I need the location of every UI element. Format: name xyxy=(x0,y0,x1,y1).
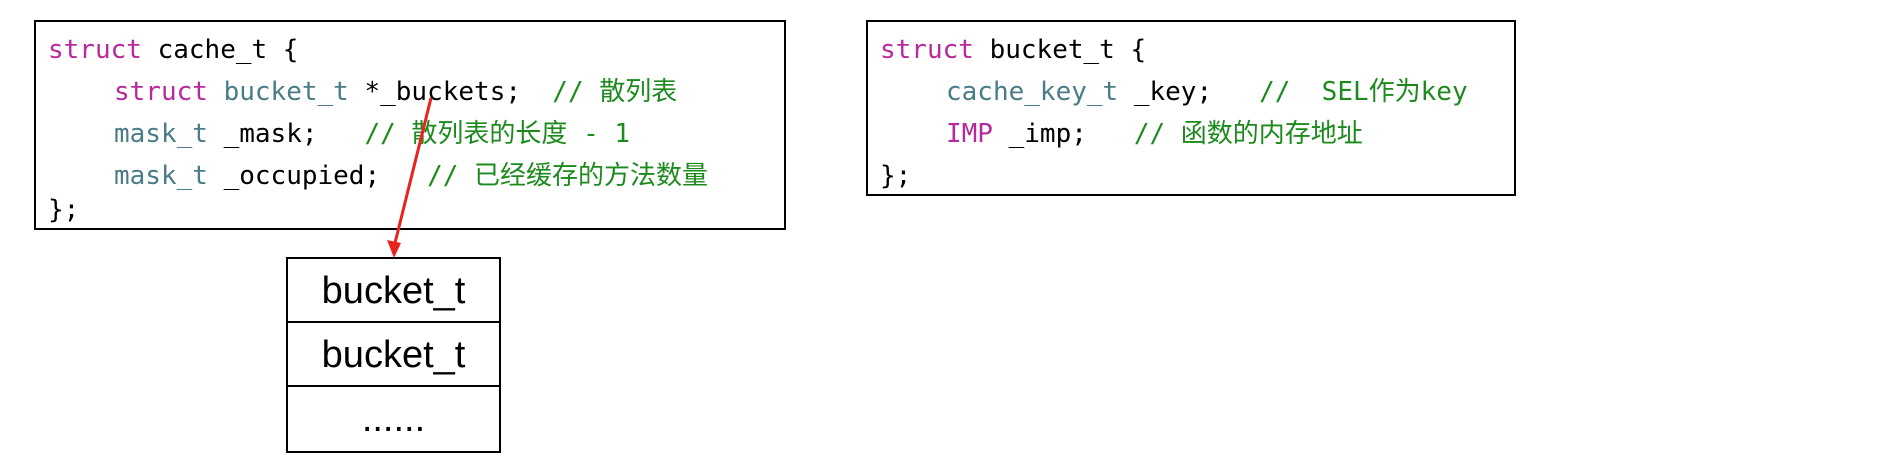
field-name: _imp; xyxy=(992,119,1087,149)
bucket-t-struct-box: struct bucket_t { cache_key_t _key; // S… xyxy=(866,20,1516,196)
struct-name: cache_t { xyxy=(141,35,299,65)
bucket-array: bucket_t bucket_t ...... xyxy=(286,257,501,453)
comment: // SEL作为key xyxy=(1212,77,1468,107)
pointer-arrow-head xyxy=(387,240,401,258)
bucket-t-line-key: cache_key_t _key; // SEL作为key xyxy=(880,72,1468,112)
comment: // 已经缓存的方法数量 xyxy=(380,161,709,191)
keyword: struct xyxy=(48,35,142,65)
type-name: mask_t xyxy=(114,161,208,191)
bucket-array-cell: bucket_t xyxy=(288,323,499,387)
field-name: *_buckets; xyxy=(348,77,521,107)
struct-name: bucket_t { xyxy=(973,35,1147,65)
cache-t-line-mask: mask_t _mask; // 散列表的长度 - 1 xyxy=(48,114,630,154)
field-name: _key; xyxy=(1118,77,1213,107)
bucket-t-line-close: }; xyxy=(880,161,912,191)
bucket-t-line-imp: IMP _imp; // 函数的内存地址 xyxy=(880,114,1363,154)
comment: // 散列表的长度 - 1 xyxy=(317,119,631,149)
type-name: mask_t xyxy=(114,119,208,149)
cache-t-struct-box: struct cache_t { struct bucket_t *_bucke… xyxy=(34,20,786,230)
cache-t-line-occupied: mask_t _occupied; // 已经缓存的方法数量 xyxy=(48,156,708,196)
keyword: struct xyxy=(880,35,974,65)
keyword: struct xyxy=(114,77,208,107)
comment: // 函数的内存地址 xyxy=(1086,119,1363,149)
type-name: bucket_t xyxy=(207,77,349,107)
keyword: IMP xyxy=(946,119,993,149)
field-name: _mask; xyxy=(207,119,318,149)
cache-t-line-1: struct cache_t { xyxy=(48,30,298,70)
comment: // 散列表 xyxy=(521,77,678,107)
bucket-array-cell: bucket_t xyxy=(288,259,499,323)
bucket-t-line-1: struct bucket_t { xyxy=(880,30,1146,70)
bucket-array-ellipsis: ...... xyxy=(361,398,426,440)
type-name: cache_key_t xyxy=(946,77,1119,107)
field-name: _occupied; xyxy=(207,161,381,191)
cache-t-line-buckets: struct bucket_t *_buckets; // 散列表 xyxy=(48,72,677,112)
cache-t-line-close: }; xyxy=(48,195,80,225)
